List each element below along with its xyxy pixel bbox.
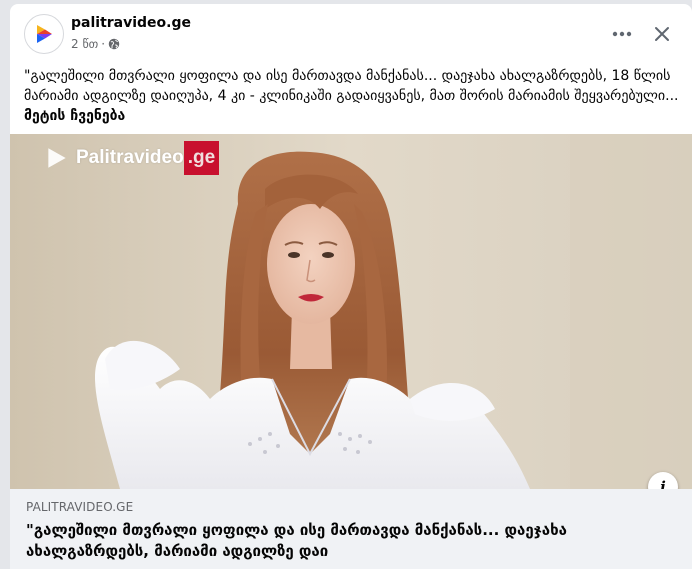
more-options-icon	[612, 31, 632, 37]
palitravideo-logo-icon	[37, 25, 52, 43]
more-options-button[interactable]	[608, 20, 636, 48]
post-meta: 2 წთ ·	[71, 37, 120, 51]
photo-of-girl	[10, 134, 692, 489]
globe-icon	[108, 38, 120, 50]
link-preview[interactable]: PALITRAVIDEO.GE "გალეშილი მთვრალი ყოფილა…	[10, 489, 692, 569]
play-logo-icon	[48, 148, 66, 168]
meta-separator: ·	[101, 37, 106, 51]
link-domain: PALITRAVIDEO.GE	[26, 500, 134, 514]
watermark-brand: Palitravideo	[76, 147, 184, 168]
page-name[interactable]: palitravideo.ge	[71, 15, 191, 31]
close-button[interactable]	[648, 20, 676, 48]
post-time[interactable]: 2 წთ	[71, 37, 98, 51]
post-caption: "გალეშილი მთვრალი ყოფილა და ისე მართავდა…	[24, 66, 680, 126]
post-header: palitravideo.ge 2 წთ ·	[10, 4, 692, 64]
watermark-suffix: .ge	[183, 141, 220, 175]
post-image[interactable]	[10, 134, 692, 489]
close-icon	[655, 27, 669, 41]
watermark-logo: Palitravideo .ge	[44, 141, 220, 175]
see-more-link[interactable]: მეტის ჩვენება	[24, 108, 125, 124]
avatar[interactable]	[24, 14, 64, 54]
caption-text: "გალეშილი მთვრალი ყოფილა და ისე მართავდა…	[24, 68, 679, 104]
link-title: "გალეშილი მთვრალი ყოფილა და ისე მართავდა…	[26, 521, 567, 560]
post-card: palitravideo.ge 2 წთ · "გალეშილი მთვრალი…	[10, 4, 692, 569]
